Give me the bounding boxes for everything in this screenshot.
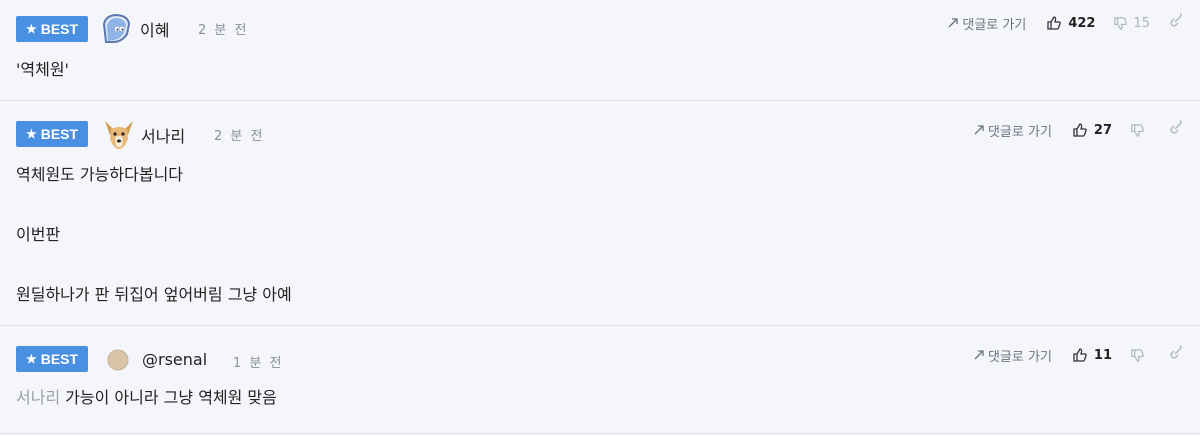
timestamp: 2 분 전 — [198, 23, 249, 38]
thumbs-up-icon — [1073, 348, 1087, 362]
like-button[interactable]: 422 — [1046, 15, 1095, 31]
star-icon: ★ — [25, 352, 37, 366]
copy-link-button[interactable] — [1168, 119, 1184, 140]
comment-text: 가능이 아니라 그냥 역체원 맞음 — [65, 388, 277, 407]
comment-header: ★ BEST 이혜 2 분 전 댓글로 가기 422 15 — [0, 0, 1200, 60]
comment-actions: 댓글로 가기 422 15 — [947, 12, 1184, 33]
comment-body: 서나리 가능이 아니라 그냥 역체원 맞음 — [16, 388, 277, 436]
best-badge: ★ BEST — [16, 16, 88, 42]
link-icon — [1170, 119, 1182, 134]
mention-link[interactable]: 서나리 — [16, 388, 60, 407]
best-badge: ★ BEST — [16, 346, 88, 372]
comment-line: '역체원' — [16, 60, 69, 79]
thumbs-up-icon — [1047, 16, 1062, 30]
reply-label: 댓글로 가기 — [987, 124, 1052, 140]
dislike-count: 15 — [1133, 15, 1150, 31]
comment-line: 서나리 가능이 아니라 그냥 역체원 맞음 — [16, 388, 277, 408]
star-icon: ★ — [25, 127, 37, 141]
copy-link-button[interactable] — [1168, 344, 1184, 365]
reply-link[interactable]: 댓글로 가기 — [973, 346, 1052, 365]
reply-label: 댓글로 가기 — [962, 17, 1027, 33]
dog-avatar-icon — [105, 121, 133, 149]
like-count: 11 — [1093, 347, 1112, 363]
star-icon: ★ — [25, 22, 37, 36]
comment-actions: 댓글로 가기 11 — [973, 344, 1184, 365]
author-name[interactable]: @rsenal — [142, 350, 207, 369]
thumbs-down-icon — [1131, 348, 1144, 362]
best-badge: ★ BEST — [16, 121, 88, 147]
comment-line: 원딜하나가 판 뒤집어 엎어버림 그냥 아예 — [16, 285, 292, 304]
comment-actions: 댓글로 가기 27 — [973, 119, 1184, 140]
timestamp: 1 분 전 — [233, 356, 284, 371]
comment-line: 이번판 — [16, 225, 61, 244]
dislike-button[interactable] — [1130, 123, 1150, 138]
best-badge-label: BEST — [40, 126, 79, 142]
circle-avatar-icon — [107, 349, 129, 371]
timestamp: 2 분 전 — [214, 129, 265, 144]
reply-link[interactable]: 댓글로 가기 — [947, 14, 1026, 33]
best-badge-label: BEST — [40, 21, 79, 37]
reply-arrow-icon — [974, 125, 984, 135]
comment-header: ★ BEST @rsenal 1 분 전 댓글로 가기 11 — [0, 326, 1200, 386]
reply-arrow-icon — [974, 350, 984, 360]
like-button[interactable]: 27 — [1072, 122, 1112, 138]
author-name[interactable]: 서나리 — [141, 123, 185, 147]
avatar[interactable] — [100, 12, 134, 46]
author-name[interactable]: 이혜 — [140, 17, 169, 41]
blue-character-avatar-icon — [102, 13, 131, 43]
avatar[interactable] — [102, 117, 136, 151]
best-badge-label: BEST — [40, 351, 79, 367]
thumbs-down-icon — [1114, 16, 1128, 30]
comment-item: ★ BEST @rsenal 1 분 전 댓글로 가기 11 서나리 가능이 아… — [0, 326, 1200, 434]
reply-link[interactable]: 댓글로 가기 — [973, 121, 1052, 140]
comment-item: ★ BEST 서나리 2 분 전 댓글로 가기 27 역체원도 가능하다봅니다 … — [0, 101, 1200, 326]
like-button[interactable]: 11 — [1072, 347, 1112, 363]
link-icon — [1170, 344, 1182, 359]
reply-label: 댓글로 가기 — [987, 349, 1052, 365]
link-icon — [1170, 12, 1182, 27]
comment-header: ★ BEST 서나리 2 분 전 댓글로 가기 27 — [0, 101, 1200, 161]
like-count: 27 — [1093, 122, 1112, 138]
comment-item: ★ BEST 이혜 2 분 전 댓글로 가기 422 15 '역체원' — [0, 0, 1200, 101]
dislike-button[interactable] — [1130, 348, 1150, 363]
comment-line: 역체원도 가능하다봅니다 — [16, 165, 184, 184]
like-count: 422 — [1068, 15, 1096, 31]
thumbs-down-icon — [1131, 123, 1144, 137]
comment-body: 역체원도 가능하다봅니다 이번판 원딜하나가 판 뒤집어 엎어버림 그냥 아예 — [16, 165, 292, 345]
thumbs-up-icon — [1073, 123, 1087, 137]
avatar[interactable] — [106, 348, 130, 372]
dislike-button[interactable]: 15 — [1113, 16, 1150, 31]
reply-arrow-icon — [948, 18, 959, 28]
copy-link-button[interactable] — [1168, 12, 1184, 33]
